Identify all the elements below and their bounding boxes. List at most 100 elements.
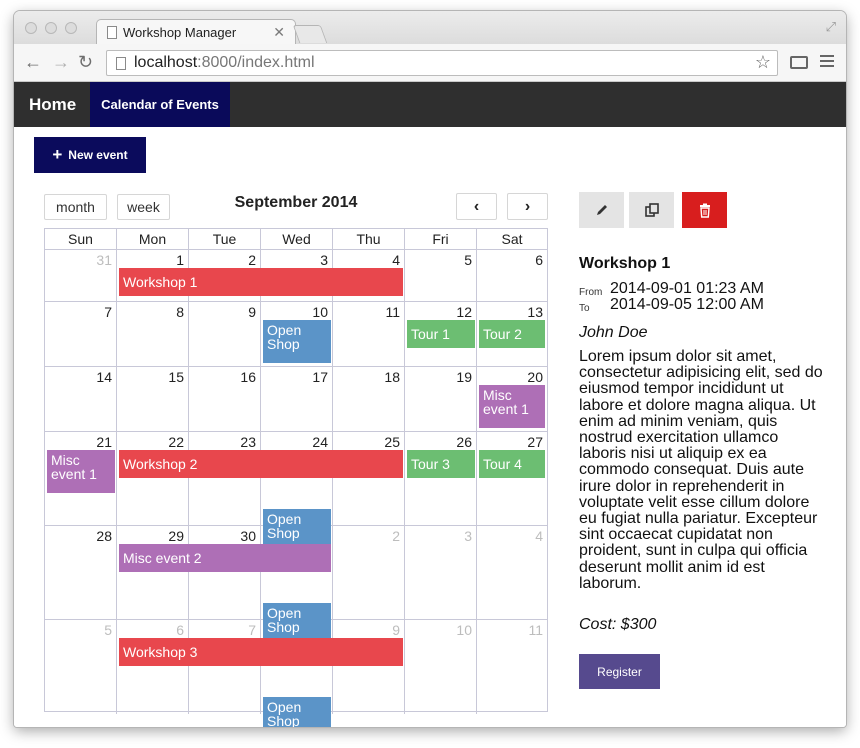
zoom-window-button[interactable] bbox=[65, 22, 77, 34]
calendar-event[interactable]: Tour 2 bbox=[479, 320, 545, 348]
new-event-label: New event bbox=[68, 148, 128, 162]
day-of-week-header: Tue bbox=[189, 229, 261, 250]
day-number: 22 bbox=[168, 434, 184, 450]
calendar-day-cell[interactable]: 11 bbox=[477, 620, 547, 714]
calendar-day-cell[interactable]: 29 bbox=[117, 526, 189, 620]
minimize-window-button[interactable] bbox=[45, 22, 57, 34]
tab-bar: Workshop Manager ✕ ⤢ bbox=[14, 11, 846, 45]
day-number: 11 bbox=[385, 304, 400, 320]
calendar-event[interactable]: Tour 3 bbox=[407, 450, 475, 478]
forward-icon[interactable]: → bbox=[52, 52, 70, 73]
event-title: Workshop 1 bbox=[579, 255, 671, 272]
day-of-week-header: Mon bbox=[117, 229, 189, 250]
calendar-day-cell[interactable]: 26 bbox=[405, 432, 477, 526]
calendar-event[interactable]: Workshop 3 bbox=[119, 638, 403, 666]
day-of-week-header: Thu bbox=[333, 229, 405, 250]
calendar-day-cell[interactable]: 8 bbox=[117, 302, 189, 367]
nav-home-link[interactable]: Home bbox=[29, 95, 76, 115]
calendar-event[interactable]: Workshop 1 bbox=[119, 268, 403, 296]
calendar-day-cell[interactable]: 16 bbox=[189, 367, 261, 432]
calendar-day-cell[interactable]: 6 bbox=[117, 620, 189, 714]
calendar-event[interactable]: Misc event 1 bbox=[47, 450, 115, 493]
close-icon[interactable]: ✕ bbox=[273, 24, 285, 41]
calendar-day-cell[interactable]: 9 bbox=[189, 302, 261, 367]
cast-icon[interactable] bbox=[790, 56, 808, 69]
calendar-day-cell[interactable]: 2 bbox=[333, 526, 405, 620]
calendar-day-cell[interactable]: 19 bbox=[405, 367, 477, 432]
reload-icon[interactable]: ↻ bbox=[78, 52, 93, 73]
chevron-left-icon: ‹ bbox=[473, 197, 480, 215]
calendar-day-cell[interactable]: 14 bbox=[45, 367, 117, 432]
calendar-day-cell[interactable]: 5 bbox=[45, 620, 117, 714]
day-number: 27 bbox=[527, 434, 543, 450]
browser-window: Workshop Manager ✕ ⤢ ← → ↻ localhost:800… bbox=[14, 11, 846, 727]
calendar-day-cell[interactable]: 30 bbox=[189, 526, 261, 620]
url-text: localhost:8000/index.html bbox=[134, 54, 315, 72]
calendar-event[interactable]: Misc event 2 bbox=[119, 544, 331, 572]
nav-calendar-link[interactable]: Calendar of Events bbox=[90, 82, 230, 127]
new-event-button[interactable]: + New event bbox=[34, 137, 146, 173]
day-number: 13 bbox=[527, 304, 543, 320]
calendar-day-cell[interactable]: 31 bbox=[45, 250, 117, 302]
prev-month-button[interactable]: ‹ bbox=[456, 193, 497, 220]
calendar-day-cell[interactable]: 4 bbox=[477, 526, 547, 620]
calendar-day-cell[interactable]: 7 bbox=[189, 620, 261, 714]
week-view-button[interactable]: week bbox=[117, 194, 170, 220]
menu-icon[interactable] bbox=[820, 55, 834, 70]
calendar-day-cell[interactable]: 10 bbox=[405, 620, 477, 714]
day-number: 4 bbox=[392, 252, 400, 268]
calendar-grid: Sun Mon Tue Wed Thu Fri Sat 31 1 2 3 4 5 6 7 8 9 10 11 12 13… bbox=[44, 228, 548, 727]
to-label: To bbox=[579, 303, 590, 314]
calendar-day-cell[interactable]: 7 bbox=[45, 302, 117, 367]
browser-tab[interactable]: Workshop Manager ✕ bbox=[96, 19, 296, 45]
calendar-event[interactable]: Open Shop bbox=[263, 320, 331, 363]
calendar-day-cell[interactable]: 9 bbox=[333, 620, 405, 714]
new-tab-button[interactable] bbox=[292, 25, 328, 43]
calendar-day-cell[interactable]: 22 bbox=[117, 432, 189, 526]
calendar-day-cell[interactable]: 11 bbox=[333, 302, 405, 367]
close-window-button[interactable] bbox=[25, 22, 37, 34]
edit-button[interactable] bbox=[579, 192, 624, 228]
pencil-icon bbox=[596, 205, 607, 215]
to-value: 2014-09-05 12:00 AM bbox=[610, 296, 764, 313]
day-number: 30 bbox=[240, 528, 256, 544]
calendar-event[interactable]: Misc event 1 bbox=[479, 385, 545, 428]
star-icon[interactable]: ☆ bbox=[755, 52, 771, 73]
register-button[interactable]: Register bbox=[579, 654, 660, 689]
day-number: 29 bbox=[168, 528, 184, 544]
calendar-day-cell[interactable]: 18 bbox=[333, 367, 405, 432]
calendar-day-cell[interactable]: 17 bbox=[261, 367, 333, 432]
calendar-day-cell[interactable]: 27 bbox=[477, 432, 547, 526]
day-number: 12 bbox=[456, 304, 472, 320]
tab-title: Workshop Manager bbox=[123, 25, 237, 40]
calendar-day-cell[interactable]: 6 bbox=[477, 250, 547, 302]
calendar-day-cell[interactable]: 5 bbox=[405, 250, 477, 302]
day-number: 2 bbox=[392, 528, 400, 544]
next-month-button[interactable]: › bbox=[507, 193, 548, 220]
calendar-day-cell[interactable]: 28 bbox=[45, 526, 117, 620]
calendar-event[interactable]: Tour 4 bbox=[479, 450, 545, 478]
month-view-button[interactable]: month bbox=[44, 194, 107, 220]
day-number: 8 bbox=[176, 304, 184, 320]
back-icon[interactable]: ← bbox=[24, 52, 42, 73]
day-number: 5 bbox=[104, 622, 112, 638]
address-bar[interactable]: localhost:8000/index.html ☆ bbox=[106, 50, 778, 76]
day-number: 6 bbox=[535, 252, 543, 268]
day-number: 31 bbox=[96, 252, 112, 268]
day-number: 28 bbox=[96, 528, 112, 544]
fullscreen-icon[interactable]: ⤢ bbox=[826, 19, 836, 35]
day-number: 4 bbox=[535, 528, 543, 544]
calendar-event[interactable]: Workshop 2 bbox=[119, 450, 403, 478]
day-number: 21 bbox=[96, 434, 112, 450]
copy-button[interactable] bbox=[629, 192, 674, 228]
calendar-day-cell[interactable]: 23 bbox=[189, 432, 261, 526]
calendar-day-cell[interactable]: 3 bbox=[405, 526, 477, 620]
day-of-week-header: Wed bbox=[261, 229, 333, 250]
calendar-day-cell[interactable]: 15 bbox=[117, 367, 189, 432]
calendar-day-cell[interactable]: 25 bbox=[333, 432, 405, 526]
delete-button[interactable] bbox=[682, 192, 727, 228]
event-cost: Cost: $300 bbox=[579, 616, 657, 633]
calendar-event[interactable]: Tour 1 bbox=[407, 320, 475, 348]
day-number: 26 bbox=[456, 434, 472, 450]
calendar-event[interactable]: Open Shop bbox=[263, 697, 331, 727]
